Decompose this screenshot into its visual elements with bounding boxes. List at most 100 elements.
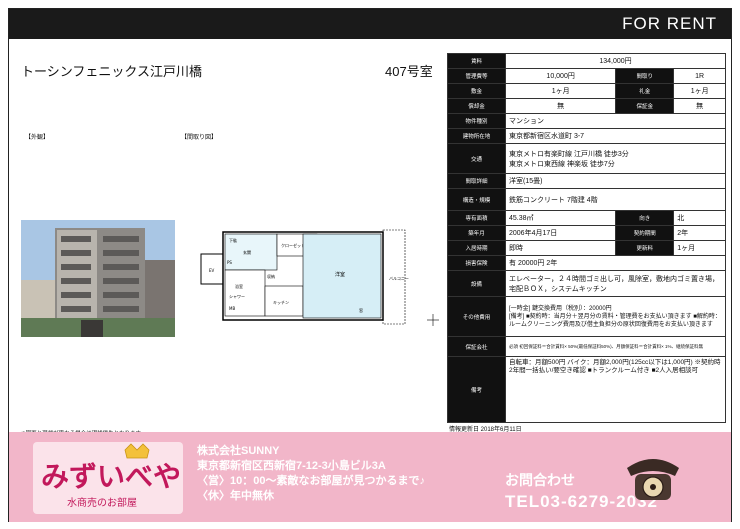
- spec-row-remarks: 備考 自転車：月額500円 バイク：月額2,000円(125cc以下は1,000…: [447, 356, 726, 423]
- spec-value: 1R: [673, 68, 726, 84]
- spec-value: 東京メトロ有楽町線 江戸川橋 徒歩3分 東京メトロ東西線 神楽坂 徒歩7分: [505, 143, 726, 174]
- top-banner: FOR RENT: [9, 9, 731, 39]
- spec-value: 鉄筋コンクリート 7階建 4階: [505, 188, 726, 211]
- spec-row-rent: 賃料 134,000円: [447, 53, 726, 69]
- spec-value: 北: [673, 210, 726, 226]
- property-name: トーシンフェニックス江戸川橋: [21, 64, 202, 79]
- spec-key: 設備: [447, 270, 506, 297]
- fp-entrance-label: 玄関: [243, 249, 251, 255]
- spec-row-amortization: 償却金 無 保証金 無: [447, 98, 726, 114]
- fp-bath-label: 浴室: [235, 283, 243, 289]
- spec-row-structure: 構造・規模 鉄筋コンクリート 7階建 4階: [447, 188, 726, 211]
- spec-value: 1ヶ月: [504, 83, 617, 99]
- for-rent-label: FOR RENT: [622, 14, 717, 33]
- spec-row-type: 物件種別 マンション: [447, 113, 726, 129]
- other-costs-line-2: [備考] ■契約時：当月分＋翌月分の賃料・管理費をお支払い頂きます ■解約時：ル…: [509, 313, 721, 328]
- floorplan-label: 【間取り図】: [181, 134, 218, 141]
- spec-key: 保証金: [615, 98, 675, 114]
- spec-value: 2006年4月17日: [504, 225, 617, 241]
- holiday-info: 〈休〉年中無休: [197, 490, 274, 502]
- fp-shoes-label: 下駄: [229, 237, 237, 243]
- fp-storage-label: 収納: [267, 273, 275, 279]
- spec-value: 1ヶ月: [673, 240, 726, 256]
- spec-key: 専有面積: [447, 210, 506, 226]
- spec-key: 契約期間: [615, 225, 675, 241]
- business-hours: 〈営〉10：00～素敵なお部屋が見つかるまで♪: [197, 475, 425, 487]
- spec-row-movein: 入居時期 即時 更新料 1ヶ月: [447, 240, 726, 256]
- spec-key: 構造・規模: [447, 188, 506, 211]
- spec-table: 賃料 134,000円 管理費等 10,000円 間取り 1R 敷金 1ヶ月 礼…: [447, 53, 726, 423]
- fp-window-label: 窓: [359, 307, 363, 313]
- spec-row-insurance: 損害保険 有 20000円 2年: [447, 255, 726, 271]
- floorplan-image: EV 下駄 玄関 PS クローゼット 浴室 シャワー MB キッチン 収納 洋室…: [181, 220, 443, 337]
- spec-row-access: 交通 東京メトロ有楽町線 江戸川橋 徒歩3分 東京メトロ東西線 神楽坂 徒歩7分: [447, 143, 726, 174]
- spec-key: 間取り: [615, 68, 675, 84]
- spec-value: エレベーター，２４時間ゴミ出し可，風除室，敷地内ゴミ置き場，宅配ＢＯＸ，システム…: [505, 270, 726, 297]
- spec-key: 向き: [615, 210, 675, 226]
- agency-logo: みずいべや 水商売のお部屋: [33, 442, 183, 514]
- spec-row-area: 専有面積 45.38㎡ 向き 北: [447, 210, 726, 226]
- fp-mb-label: MB: [229, 306, 235, 311]
- spec-key: 建物所在地: [447, 128, 506, 144]
- spec-key: 保証会社: [447, 336, 506, 357]
- fp-balcony-label: バルコニー: [389, 276, 409, 281]
- spec-value: 東京都新宿区水道町 3-7: [505, 128, 726, 144]
- spec-value: 必須 初回保証料＝合計賃料× 50%(最低保証料50%)、月額保証料＝合計賃料×…: [505, 336, 726, 357]
- spec-value: [一時金] 鍵交換費用（税別）：20000円 [備考] ■契約時：当月分＋翌月分…: [505, 296, 726, 337]
- spec-value: 無: [673, 98, 726, 114]
- logo-text: みずいべや: [41, 460, 181, 493]
- fp-ev-label: EV: [209, 268, 215, 273]
- spec-key: 備考: [447, 356, 506, 423]
- spec-value: 1ヶ月: [673, 83, 726, 99]
- spec-value: 10,000円: [504, 68, 617, 84]
- access-line-1: 東京メトロ有楽町線 江戸川橋 徒歩3分: [509, 150, 629, 158]
- access-line-2: 東京メトロ東西線 神楽坂 徒歩7分: [509, 160, 615, 168]
- property-overview: トーシンフェニックス江戸川橋 407号室 【外観】 【間取り図】 EV 下駄 玄…: [9, 39, 443, 437]
- fp-closet-label: クローゼット: [281, 242, 305, 248]
- spec-value: 洋室(15畳): [505, 173, 726, 189]
- telephone-icon: [627, 459, 679, 500]
- contact-label: お問合わせ: [505, 472, 575, 488]
- spec-key: 敷金: [447, 83, 506, 99]
- spec-value: 45.38㎡: [504, 210, 617, 226]
- spec-key: 損害保険: [447, 255, 506, 271]
- spec-key: 入居時期: [447, 240, 506, 256]
- flyer-page: FOR RENT トーシンフェニックス江戸川橋 407号室 【外観】 【間取り図…: [8, 8, 732, 522]
- spec-row-layout-detail: 間取詳細 洋室(15畳): [447, 173, 726, 189]
- fp-ps-label: PS: [227, 260, 232, 265]
- spec-value: 自転車：月額500円 バイク：月額2,000円(125cc以下は1,000円) …: [505, 356, 726, 423]
- spec-value: 2年: [673, 225, 726, 241]
- room-number: 407号室: [385, 64, 433, 79]
- exterior-label: 【外観】: [25, 134, 50, 141]
- company-info: 株式会社SUNNY 東京都新宿区西新宿7-12-3小島ビル3A 〈営〉10：00…: [197, 444, 425, 504]
- spec-key: 管理費等: [447, 68, 506, 84]
- spec-value: 有 20000円 2年: [505, 255, 726, 271]
- spec-row-other-costs: その他費用 [一時金] 鍵交換費用（税別）：20000円 [備考] ■契約時：当…: [447, 296, 726, 337]
- spec-key: 築年月: [447, 225, 506, 241]
- exterior-photo: [21, 220, 175, 337]
- spec-row-address: 建物所在地 東京都新宿区水道町 3-7: [447, 128, 726, 144]
- spec-row-equipment: 設備 エレベーター，２４時間ゴミ出し可，風除室，敷地内ゴミ置き場，宅配ＢＯＸ，シ…: [447, 270, 726, 297]
- other-costs-line-1: [一時金] 鍵交換費用（税別）：20000円: [509, 305, 612, 312]
- spec-row-guarantor: 保証会社 必須 初回保証料＝合計賃料× 50%(最低保証料50%)、月額保証料＝…: [447, 336, 726, 357]
- agency-footer: みずいべや 水商売のお部屋 株式会社SUNNY 東京都新宿区西新宿7-12-3小…: [9, 432, 731, 522]
- fp-room-label: 洋室: [335, 271, 345, 278]
- spec-key: 賃料: [447, 53, 506, 69]
- logo-subtext: 水商売のお部屋: [67, 496, 137, 509]
- spec-key: その他費用: [447, 296, 506, 337]
- spec-key: 間取詳細: [447, 173, 506, 189]
- spec-value-rent: 134,000円: [505, 53, 726, 69]
- spec-key: 更新料: [615, 240, 675, 256]
- spec-key: 物件種別: [447, 113, 506, 129]
- spec-value: 即時: [504, 240, 617, 256]
- spec-value: 無: [504, 98, 617, 114]
- spec-value: マンション: [505, 113, 726, 129]
- spec-key: 礼金: [615, 83, 675, 99]
- spec-row-built: 築年月 2006年4月17日 契約期間 2年: [447, 225, 726, 241]
- spec-row-fee: 管理費等 10,000円 間取り 1R: [447, 68, 726, 84]
- spec-row-deposit: 敷金 1ヶ月 礼金 1ヶ月: [447, 83, 726, 99]
- spec-key: 償却金: [447, 98, 506, 114]
- company-name: 株式会社SUNNY: [197, 445, 280, 457]
- fp-kitchen-label: キッチン: [273, 300, 289, 305]
- company-address: 東京都新宿区西新宿7-12-3小島ビル3A: [197, 460, 386, 472]
